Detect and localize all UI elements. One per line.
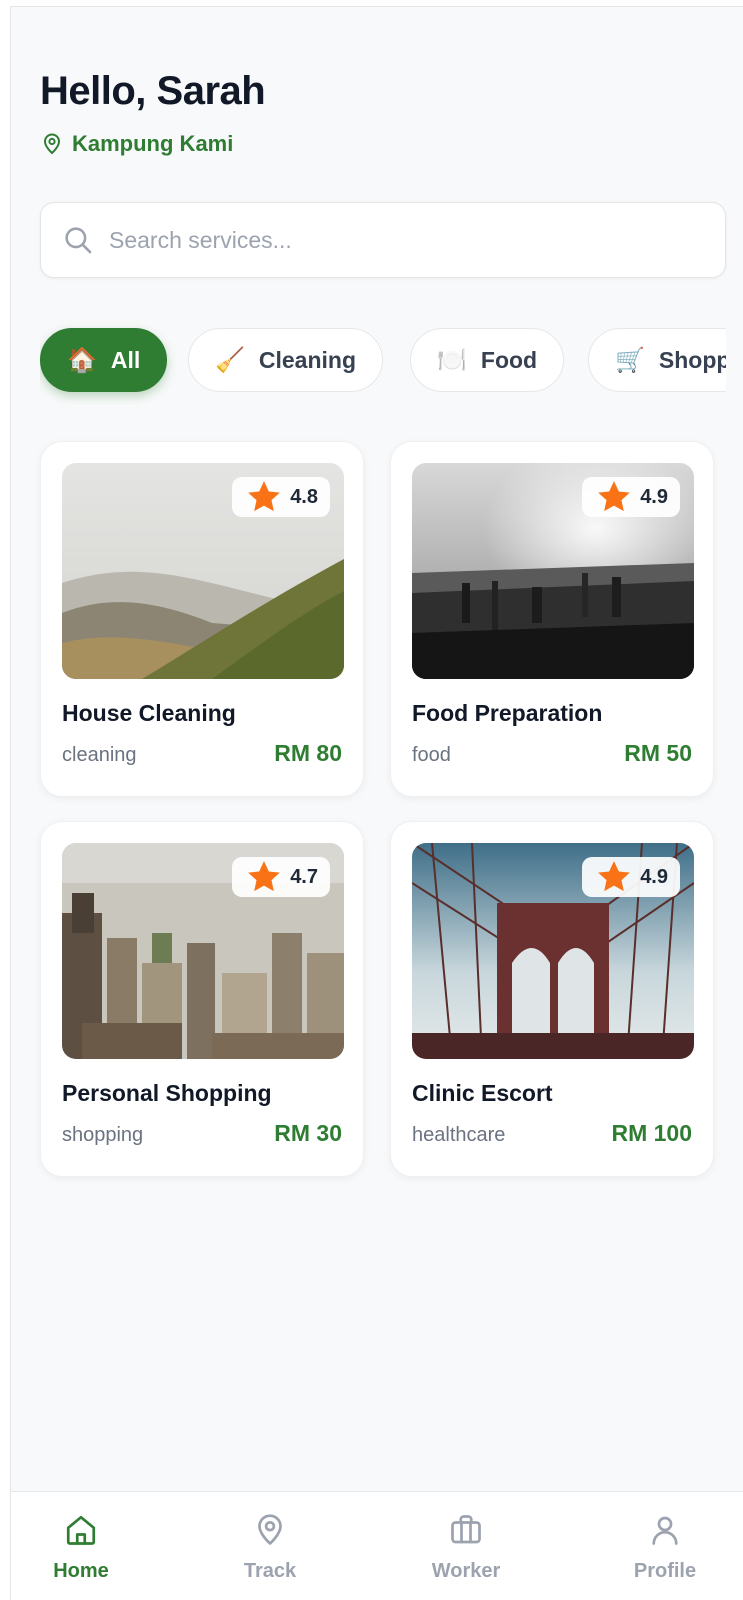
nav-label: Profile: [633, 1560, 697, 1582]
rating-badge: 4.8: [232, 477, 330, 517]
category-filter-bar[interactable]: 🏠 All 🧹 Cleaning 🍽️ Food 🛒 Shopping: [40, 321, 726, 405]
nav-label: Track: [243, 1560, 297, 1582]
rating-value: 4.8: [290, 485, 318, 508]
location-label: Kampung Kami: [72, 131, 234, 156]
rating-value: 4.7: [290, 865, 318, 888]
search-input[interactable]: [109, 226, 709, 254]
category-chip-all[interactable]: 🏠 All: [40, 328, 168, 392]
nav-label: Worker: [431, 1560, 501, 1582]
service-card-clinic-escort[interactable]: 4.9 Clinic Escort healthcare RM 100: [390, 821, 714, 1177]
bridge-photo: 4.9: [412, 843, 694, 1059]
star-icon: [248, 861, 281, 892]
service-title: Clinic Escort: [412, 1080, 553, 1106]
user-icon: [652, 1516, 678, 1545]
location-indicator[interactable]: Kampung Kami: [40, 131, 233, 157]
rating-badge: 4.7: [232, 857, 330, 897]
service-category: healthcare: [412, 1124, 506, 1146]
nav-item-profile[interactable]: Profile: [600, 1492, 730, 1600]
search-bar[interactable]: [40, 202, 726, 278]
service-title: Food Preparation: [412, 700, 603, 726]
nav-item-track[interactable]: Track: [205, 1492, 335, 1600]
service-price: RM 100: [611, 1120, 692, 1146]
bottom-navigation: Home Track Worker Profile: [11, 1491, 743, 1600]
service-category: cleaning: [62, 744, 137, 766]
category-chip-shopping[interactable]: 🛒 Shopping: [588, 328, 726, 392]
rating-badge: 4.9: [582, 477, 680, 517]
map-pin-icon: [258, 1514, 282, 1545]
briefcase-icon: [451, 1515, 481, 1544]
service-category: shopping: [62, 1124, 144, 1146]
plate-emoji-icon: 🍽️: [437, 346, 467, 374]
nav-item-home[interactable]: Home: [16, 1492, 146, 1600]
service-category: food: [412, 744, 451, 766]
app-screen: Hello, Sarah Kampung Kami 🏠 All 🧹 Cleani…: [10, 6, 743, 1600]
nav-item-worker[interactable]: Worker: [401, 1492, 531, 1600]
service-title: House Cleaning: [62, 700, 236, 726]
category-chip-label: Cleaning: [258, 346, 357, 373]
city-buildings-photo: 4.7: [62, 843, 344, 1059]
service-price: RM 50: [624, 740, 692, 766]
category-chip-label: Shopping: [658, 346, 726, 373]
star-icon: [248, 481, 281, 512]
category-chip-cleaning[interactable]: 🧹 Cleaning: [188, 328, 384, 392]
category-chip-label: All: [110, 346, 141, 373]
star-icon: [598, 861, 631, 892]
nav-label: Home: [53, 1560, 109, 1582]
service-card-personal-shopping[interactable]: 4.7 Personal Shopping shopping RM 30: [40, 821, 364, 1177]
service-title: Personal Shopping: [62, 1080, 272, 1106]
service-price: RM 80: [274, 740, 342, 766]
rating-value: 4.9: [640, 865, 668, 888]
home-icon: [66, 1515, 96, 1545]
cart-emoji-icon: 🛒: [615, 346, 645, 374]
category-chip-food[interactable]: 🍽️ Food: [410, 328, 565, 392]
service-card-food-preparation[interactable]: 4.9 Food Preparation food RM 50: [390, 441, 714, 797]
broom-emoji-icon: 🧹: [215, 346, 245, 374]
search-icon: [65, 227, 92, 254]
greeting-title: Hello, Sarah: [40, 69, 266, 113]
map-pin-icon: [44, 133, 60, 154]
city-skyline-photo: 4.9: [412, 463, 694, 679]
category-chip-label: Food: [480, 346, 538, 373]
service-price: RM 30: [274, 1120, 342, 1146]
rating-value: 4.9: [640, 485, 668, 508]
house-emoji-icon: 🏠: [67, 346, 97, 374]
service-card-house-cleaning[interactable]: 4.8 House Cleaning cleaning RM 80: [40, 441, 364, 797]
star-icon: [598, 481, 631, 512]
rating-badge: 4.9: [582, 857, 680, 897]
mountain-landscape-photo: 4.8: [62, 463, 344, 679]
